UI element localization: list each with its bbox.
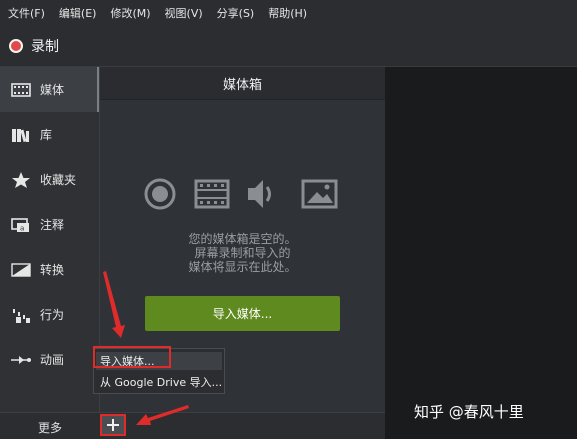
- sidebar-item-annotations[interactable]: a 注释: [0, 202, 99, 247]
- annotation-icon: a: [10, 215, 32, 235]
- add-media-button[interactable]: [100, 414, 126, 436]
- svg-text:a: a: [20, 224, 24, 232]
- sidebar-item-label: 库: [40, 128, 53, 142]
- sidebar-item-media[interactable]: 媒体: [0, 67, 99, 112]
- empty-bin-message: 您的媒体箱是空的。 屏幕录制和导入的 媒体将显示在此处。: [100, 232, 385, 274]
- sidebar-item-library[interactable]: 库: [0, 112, 99, 157]
- record-circle-icon: [144, 178, 176, 210]
- image-icon: [301, 179, 338, 209]
- watermark-text: 知乎 @春风十里: [414, 403, 524, 421]
- sidebar-item-label: 动画: [40, 353, 65, 367]
- record-button[interactable]: 录制: [31, 36, 59, 56]
- preview-canvas: [385, 67, 577, 439]
- media-type-icons: [142, 175, 342, 215]
- film-icon: [194, 179, 230, 209]
- menu-modify[interactable]: 修改(M): [103, 5, 157, 21]
- plus-icon: [107, 419, 119, 431]
- bottom-bar: 更多: [0, 412, 385, 439]
- sidebar-item-behaviors[interactable]: 行为: [0, 292, 99, 337]
- menu-share[interactable]: 分享(S): [210, 5, 262, 21]
- sidebar-item-label: 媒体: [40, 83, 65, 97]
- menu-bar: 文件(F) 编辑(E) 修改(M) 视图(V) 分享(S) 帮助(H): [0, 0, 577, 26]
- menu-help[interactable]: 帮助(H): [261, 5, 314, 21]
- star-icon: [10, 170, 32, 190]
- sidebar-item-label: 注释: [40, 218, 65, 232]
- record-icon[interactable]: [9, 39, 23, 53]
- sidebar-item-transitions[interactable]: 转换: [0, 247, 99, 292]
- sidebar-item-label: 转换: [40, 263, 65, 277]
- highlight-box: [93, 346, 171, 368]
- transition-icon: [10, 260, 32, 280]
- panel-title: 媒体箱: [100, 67, 385, 100]
- menu-file[interactable]: 文件(F): [0, 5, 52, 21]
- record-bar: 录制: [0, 26, 577, 67]
- empty-line-1: 您的媒体箱是空的。: [188, 232, 297, 246]
- menu-view[interactable]: 视图(V): [158, 5, 210, 21]
- popup-import-google-drive[interactable]: 从 Google Drive 导入...: [96, 373, 222, 391]
- empty-line-3: 媒体将显示在此处。: [188, 260, 297, 274]
- sidebar-item-favorites[interactable]: 收藏夹: [0, 157, 99, 202]
- film-strip-icon: [10, 80, 32, 100]
- animation-icon: [10, 350, 32, 370]
- sidebar-item-label: 行为: [40, 308, 65, 322]
- more-button[interactable]: 更多: [38, 419, 62, 436]
- behavior-icon: [10, 305, 32, 325]
- sidebar-item-animations[interactable]: 动画: [0, 337, 99, 382]
- sidebar-item-label: 收藏夹: [40, 173, 77, 187]
- speaker-icon: [248, 180, 271, 208]
- menu-edit[interactable]: 编辑(E): [52, 5, 104, 21]
- empty-line-2: 屏幕录制和导入的: [194, 246, 291, 260]
- sidebar: 媒体 库 收藏夹 a 注释 转换 行为 动画: [0, 67, 100, 412]
- library-books-icon: [10, 125, 32, 145]
- import-media-button[interactable]: 导入媒体...: [145, 296, 340, 331]
